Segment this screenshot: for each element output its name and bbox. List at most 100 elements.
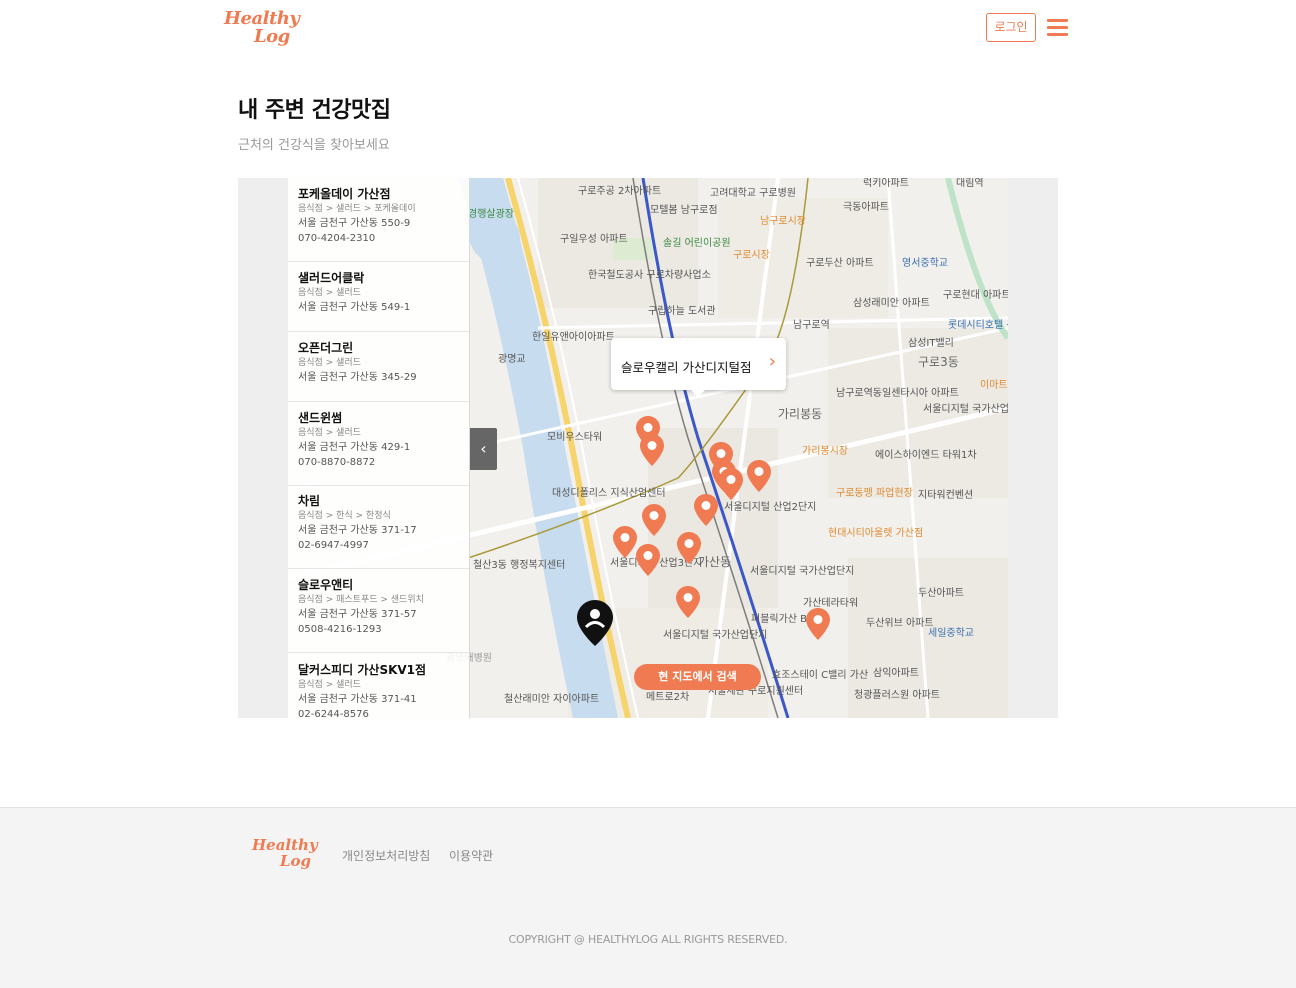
map-label: 이마트 [980, 380, 1008, 391]
restaurant-category: 음식점 > 샐러드 > 포케올데이 [298, 204, 416, 214]
site-footer: Healthy Log 개인정보처리방침 이용약관 COPYRIGHT @ HE… [0, 807, 1296, 988]
list-item[interactable]: 달커스피디 가산SKV1점 음식점 > 샐러드 서울 금천구 가산동 371-4… [288, 662, 469, 718]
footer-logo[interactable]: Healthy Log [252, 838, 318, 872]
popup-title: 슬로우캘리 가산디지털점 [621, 360, 752, 375]
restaurant-name: 포케올데이 가산점 [298, 187, 391, 201]
site-header: Healthy Log 로그인 [0, 0, 1296, 56]
restaurant-phone: 02-6244-8576 [298, 709, 369, 718]
restaurant-name: 샌드윈썸 [298, 411, 343, 425]
map-label: 서울디지털 국가산업단지 [750, 566, 855, 577]
map-label: 영서중학교 [902, 258, 948, 269]
search-this-area-button[interactable]: 현 지도에서 검색 [634, 664, 761, 690]
footer-logo-line2: Log [280, 852, 312, 870]
restaurant-category: 음식점 > 샐러드 [298, 288, 361, 298]
list-item[interactable]: 오픈더그린 음식점 > 샐러드 서울 금천구 가산동 345-29 [288, 340, 469, 402]
chevron-right-icon[interactable]: › [769, 352, 776, 372]
map-label: 철산3동 행정복지센터 [473, 560, 566, 571]
restaurant-name: 오픈더그린 [298, 341, 354, 355]
restaurant-pin-icon[interactable] [642, 504, 666, 536]
map-label: 대성디폴리스 지식산업센터 [552, 488, 666, 499]
map-label: 삼성IT밸리 [908, 338, 954, 349]
map-label: 구로3동 [918, 355, 959, 369]
map-label: 삼성래미안 아파트 [853, 298, 930, 309]
map-label: 두산위브 아파트 [866, 618, 934, 629]
restaurant-pin-icon[interactable] [613, 526, 637, 558]
list-item[interactable]: 슬로우앤티 음식점 > 패스트푸드 > 샌드위치 서울 금천구 가산동 371-… [288, 577, 469, 653]
list-item[interactable]: 차림 음식점 > 한식 > 한정식 서울 금천구 가산동 371-17 02-6… [288, 493, 469, 569]
restaurant-address: 서울 금천구 가산동 549-1 [298, 302, 411, 313]
map-label: 메트로2차 [646, 692, 690, 703]
map-label: 효조스테이 C밸리 가산 [772, 670, 869, 681]
restaurant-phone: 070-4204-2310 [298, 233, 376, 244]
restaurant-phone: 0508-4216-1293 [298, 624, 382, 635]
site-logo[interactable]: Healthy Log [224, 8, 300, 48]
restaurant-category: 음식점 > 샐러드 [298, 680, 361, 690]
map-label: 구립하늘 도서관 [648, 306, 716, 317]
restaurant-name: 달커스피디 가산SKV1점 [298, 663, 427, 677]
map-label: 구로주공 2차아파트 [578, 186, 662, 197]
logo-line2: Log [254, 26, 290, 47]
restaurant-pin-icon[interactable] [636, 544, 660, 576]
footer-logo-line1: Healthy [252, 836, 318, 854]
map-label: 서울디지털 국가산업단지 [663, 630, 768, 641]
map-label: 청광플러스원 아파트 [854, 690, 940, 701]
map-label: 지타워컨벤션 [918, 490, 974, 501]
restaurant-category: 음식점 > 샐러드 [298, 428, 361, 438]
restaurant-name: 샐러드어클락 [298, 271, 365, 285]
map-label: 한국철도공사 구로차량사업소 [588, 270, 711, 281]
map-label: 대림역 [956, 178, 984, 189]
restaurant-phone: 070-8870-8872 [298, 457, 376, 468]
restaurant-pin-icon[interactable] [719, 468, 743, 500]
map-label: 구로시장 [733, 250, 770, 261]
map-label: 구로현대 아파트 [943, 290, 1008, 301]
hamburger-menu-icon[interactable] [1046, 17, 1070, 37]
map-label: 두산아파트 [918, 588, 964, 599]
restaurant-pin-icon[interactable] [677, 532, 701, 564]
page-subtitle: 근처의 건강식을 찾아보세요 [238, 138, 390, 153]
restaurant-address: 서울 금천구 가산동 345-29 [298, 372, 417, 383]
page-title: 내 주변 건강맛집 [238, 98, 391, 123]
map-label: 극동아파트 [843, 202, 889, 213]
map-label: 구일우성 아파트 [560, 234, 628, 245]
list-item[interactable]: 샌드윈썸 음식점 > 샐러드 서울 금천구 가산동 429-1 070-8870… [288, 410, 469, 486]
map-label: 철산래미안 자이아파트 [504, 694, 600, 705]
map-label: 모텔봄 남구로점 [650, 205, 718, 216]
map-label: 가리봉동 [778, 407, 823, 421]
collapse-panel-button[interactable]: ‹ [470, 428, 497, 470]
restaurant-phone: 02-6947-4997 [298, 540, 369, 551]
privacy-policy-link[interactable]: 개인정보처리방침 [342, 847, 430, 864]
map-label: 남구로역 [793, 320, 830, 331]
map-info-popup[interactable]: 슬로우캘리 가산디지털점 › [611, 338, 786, 397]
restaurant-pin-icon[interactable] [676, 586, 700, 618]
map-label: 구로두산 아파트 [806, 258, 874, 269]
restaurant-pin-icon[interactable] [806, 608, 830, 640]
restaurant-name: 슬로우앤티 [298, 578, 354, 592]
list-item[interactable]: 샐러드어클락 음식점 > 샐러드 서울 금천구 가산동 549-1 [288, 270, 469, 332]
map-label: 삼익아파트 [873, 668, 919, 679]
map-label: 에이스하이엔드 타워1차 [875, 450, 977, 461]
map-label: 현대시티아울렛 가산점 [828, 528, 924, 539]
map-label: 남구로역동일센타시아 아파트 [836, 388, 959, 399]
map-label: 남구로시장 [760, 216, 806, 227]
map-label: 롯데시티호텔 구로 [948, 320, 1008, 331]
restaurant-category: 음식점 > 한식 > 한정식 [298, 511, 391, 521]
map-label: 솔길 어린이공원 [663, 238, 731, 249]
list-item[interactable]: 포케올데이 가산점 음식점 > 샐러드 > 포케올데이 서울 금천구 가산동 5… [288, 186, 469, 262]
current-location-pin-icon [577, 600, 613, 646]
copyright-text: COPYRIGHT @ HEALTHYLOG ALL RIGHTS RESERV… [508, 933, 788, 946]
popup-tail [691, 390, 705, 397]
restaurant-pin-icon[interactable] [640, 434, 664, 466]
map-label: 모비우스타워 [547, 432, 603, 443]
login-button[interactable]: 로그인 [986, 13, 1036, 42]
restaurant-address: 서울 금천구 가산동 550-9 [298, 218, 411, 229]
restaurant-address: 서울 금천구 가산동 371-17 [298, 525, 417, 536]
restaurant-pin-icon[interactable] [694, 494, 718, 526]
restaurant-pin-icon[interactable] [747, 460, 771, 492]
map-label: 가산동 [698, 555, 732, 569]
chevron-left-icon: ‹ [480, 439, 487, 458]
restaurant-category: 음식점 > 샐러드 [298, 358, 361, 368]
map-label: 경행살광장 [468, 209, 514, 220]
map-container: 구로주공 2차아파트 모텔봄 남구로점 고려대학교 구로병원 럭키아파트 대림역… [238, 178, 1058, 718]
terms-link[interactable]: 이용약관 [449, 847, 493, 864]
restaurant-list-panel[interactable]: 포케올데이 가산점 음식점 > 샐러드 > 포케올데이 서울 금천구 가산동 5… [288, 178, 470, 718]
